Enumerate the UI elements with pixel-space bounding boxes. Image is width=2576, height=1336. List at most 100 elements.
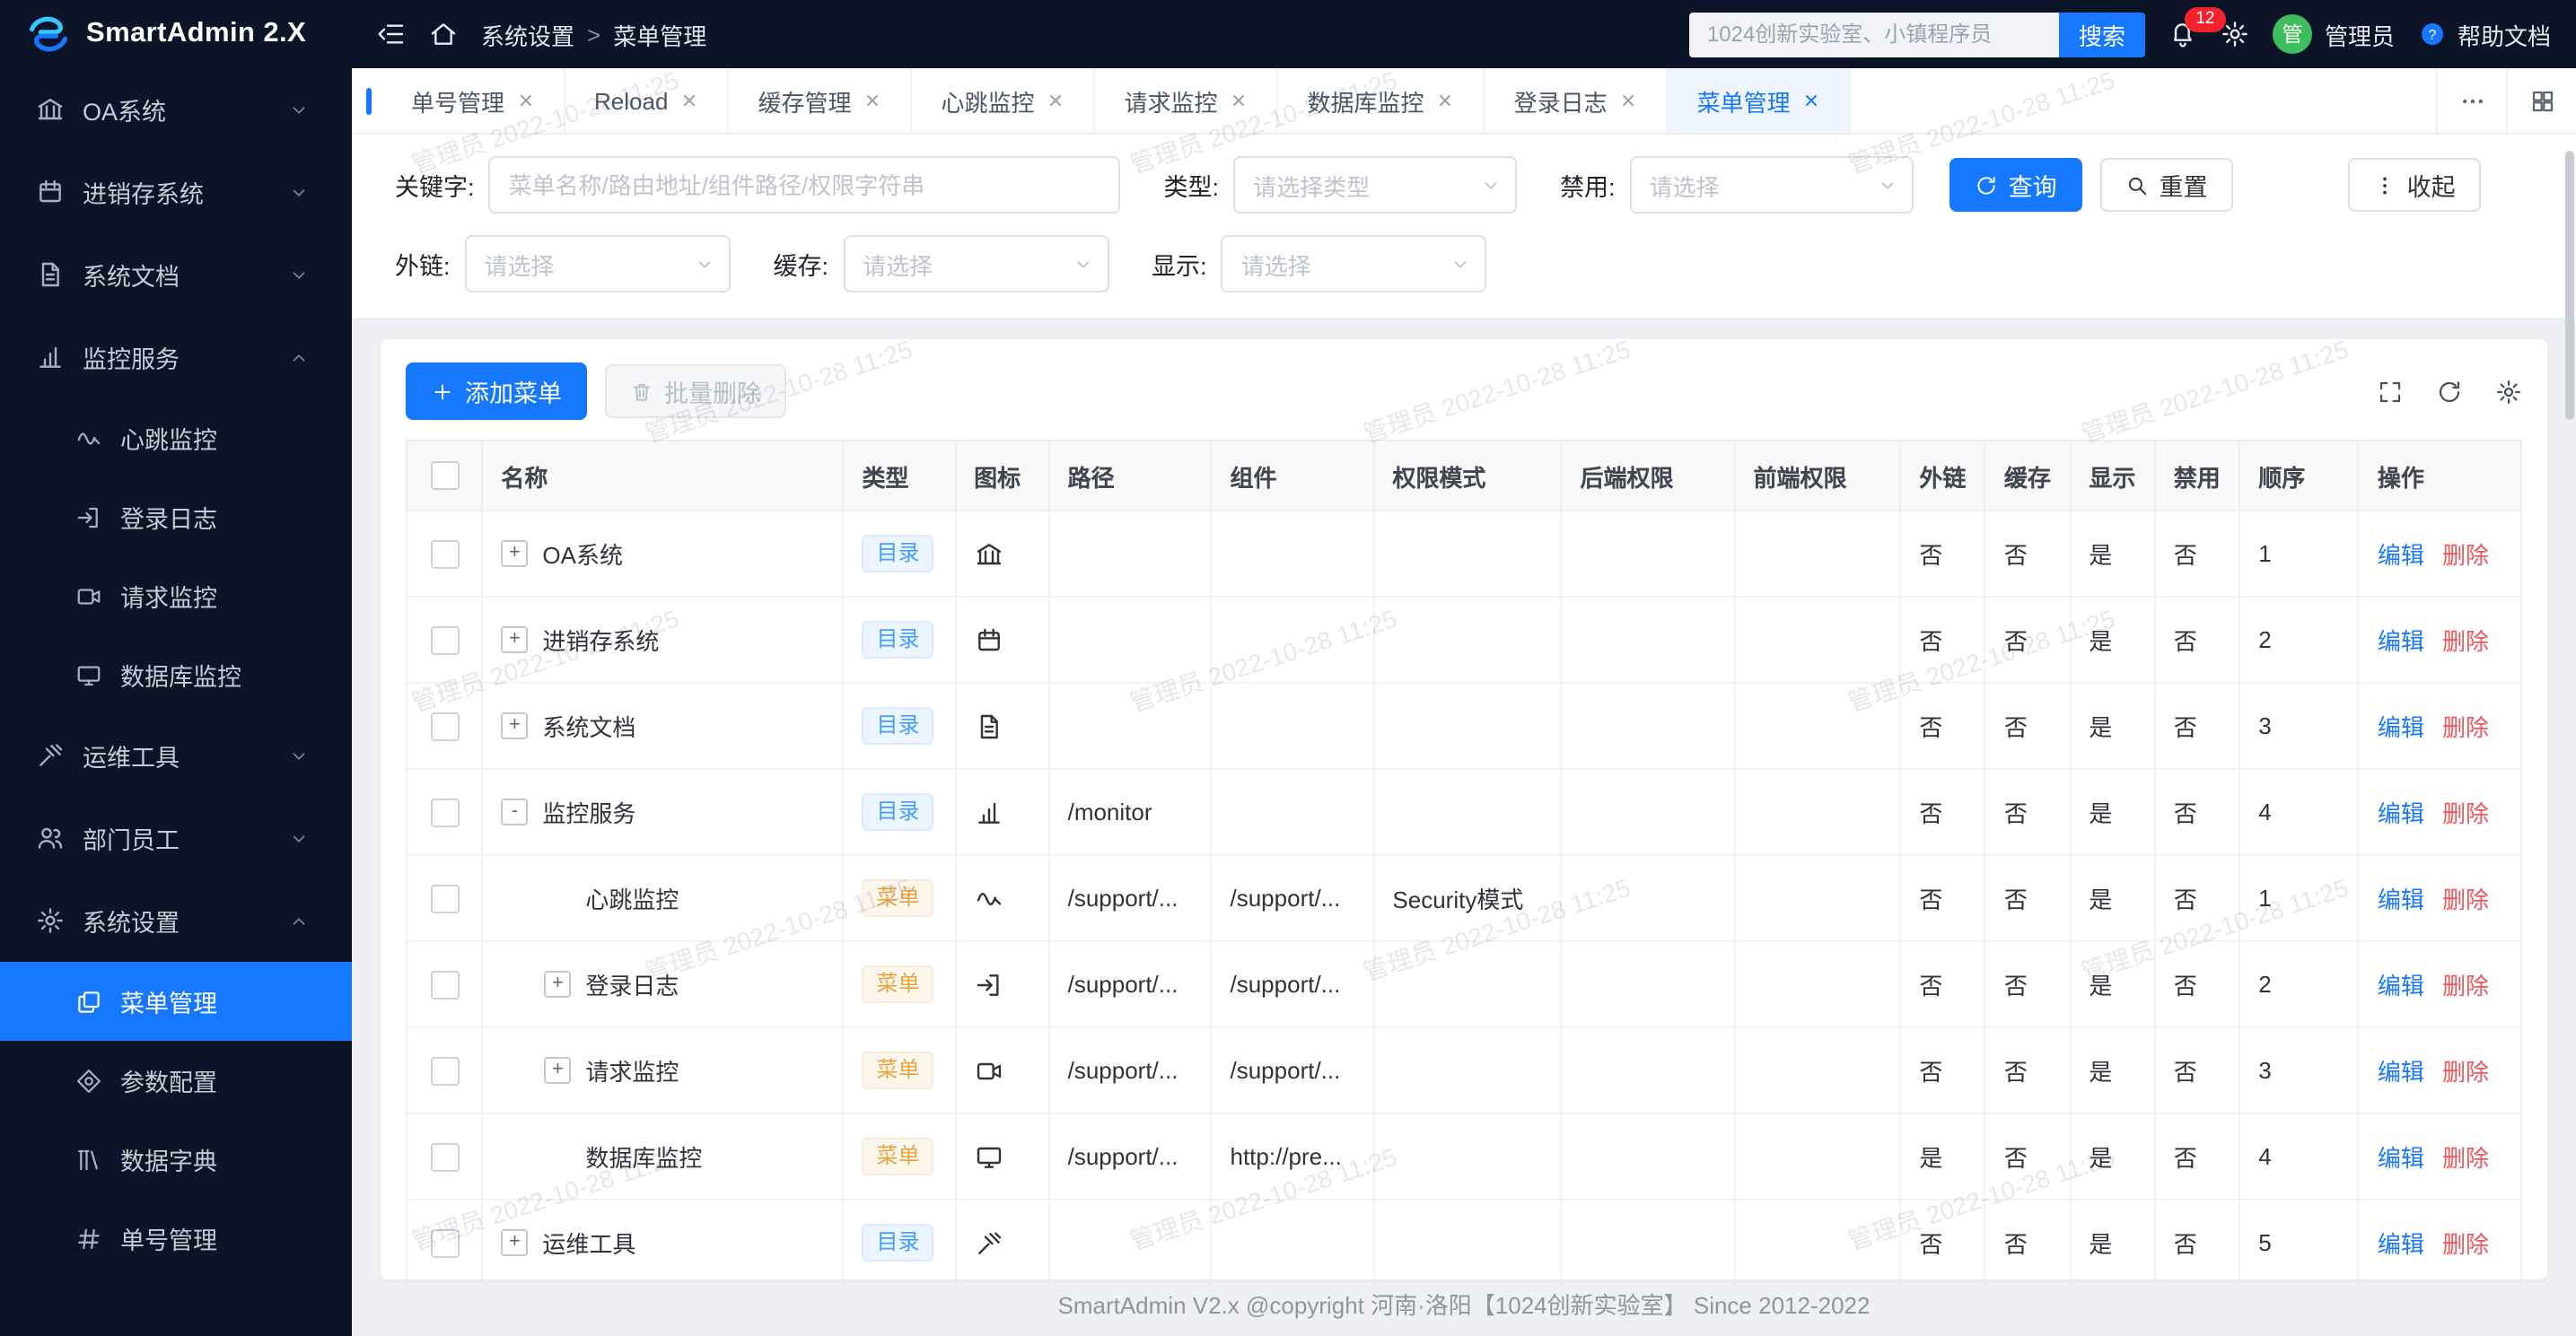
delete-link[interactable]: 删除 bbox=[2442, 886, 2489, 913]
expand-toggle[interactable]: + bbox=[501, 712, 528, 739]
sidebar-item-system-settings[interactable]: 系统设置 bbox=[0, 879, 352, 962]
breadcrumb-item-menu-manage[interactable]: 菜单管理 bbox=[613, 17, 706, 51]
edit-link[interactable]: 编辑 bbox=[2378, 542, 2424, 569]
batch-delete-button[interactable]: 批量删除 bbox=[605, 364, 786, 418]
sidebar-item-dept-staff[interactable]: 部门员工 bbox=[0, 797, 352, 879]
menu-name: 心跳监控 bbox=[585, 881, 679, 915]
delete-link[interactable]: 删除 bbox=[2442, 1231, 2489, 1258]
x-icon[interactable] bbox=[1437, 92, 1455, 109]
collapse-toggle[interactable]: - bbox=[501, 799, 528, 825]
tab-heartbeat-monitor[interactable]: 心跳监控 bbox=[912, 68, 1095, 133]
sidebar-item-serial-manage[interactable]: 单号管理 bbox=[0, 1199, 352, 1278]
expand-toggle[interactable]: + bbox=[544, 971, 571, 998]
x-icon[interactable] bbox=[1231, 92, 1249, 109]
expand-toggle[interactable]: + bbox=[501, 540, 528, 567]
x-icon[interactable] bbox=[1803, 92, 1821, 109]
type-select[interactable]: 请选择类型 bbox=[1233, 156, 1517, 214]
sidebar-item-request-monitor[interactable]: 请求监控 bbox=[0, 556, 352, 635]
edit-link[interactable]: 编辑 bbox=[2378, 628, 2424, 655]
breadcrumb-item-settings[interactable]: 系统设置 bbox=[481, 17, 574, 51]
expand-toggle[interactable]: + bbox=[544, 1057, 571, 1084]
disabled-select[interactable]: 请选择 bbox=[1630, 156, 1914, 214]
table-settings-icon[interactable] bbox=[2495, 378, 2522, 405]
sidebar-item-monitor[interactable]: 监控服务 bbox=[0, 316, 352, 398]
delete-link[interactable]: 删除 bbox=[2442, 800, 2489, 827]
query-button[interactable]: 查询 bbox=[1950, 158, 2082, 212]
row-checkbox[interactable] bbox=[430, 971, 459, 1000]
sidebar-item-docs[interactable]: 系统文档 bbox=[0, 233, 352, 316]
tab-cache-manage[interactable]: 缓存管理 bbox=[729, 68, 912, 133]
visible-cell: 是 bbox=[2070, 1200, 2154, 1279]
expand-toggle[interactable]: + bbox=[501, 626, 528, 653]
tab-menu-manage[interactable]: 菜单管理 bbox=[1669, 68, 1852, 133]
user-menu[interactable]: 管 管理员 bbox=[2273, 14, 2395, 54]
x-icon[interactable] bbox=[1047, 92, 1065, 109]
cache-select[interactable]: 请选择 bbox=[843, 235, 1108, 293]
delete-link[interactable]: 删除 bbox=[2442, 628, 2489, 655]
edit-link[interactable]: 编辑 bbox=[2378, 800, 2424, 827]
edit-link[interactable]: 编辑 bbox=[2378, 886, 2424, 913]
tab-request-monitor[interactable]: 请求监控 bbox=[1096, 68, 1279, 133]
expand-toggle[interactable]: + bbox=[501, 1229, 528, 1256]
edit-link[interactable]: 编辑 bbox=[2378, 714, 2424, 741]
x-icon[interactable] bbox=[1620, 92, 1638, 109]
edit-link[interactable]: 编辑 bbox=[2378, 973, 2424, 1000]
sidebar-item-param-config[interactable]: 参数配置 bbox=[0, 1041, 352, 1120]
row-checkbox[interactable] bbox=[430, 1143, 459, 1172]
sidebar-item-data-dict[interactable]: 数据字典 bbox=[0, 1120, 352, 1199]
column-header: 操作 bbox=[2359, 441, 2521, 511]
edit-link[interactable]: 编辑 bbox=[2378, 1059, 2424, 1086]
page-scrollbar-thumb[interactable] bbox=[2565, 151, 2574, 420]
edit-link[interactable]: 编辑 bbox=[2378, 1145, 2424, 1172]
reset-button[interactable]: 重置 bbox=[2100, 158, 2233, 212]
home-icon[interactable] bbox=[429, 20, 458, 48]
tabs-layout-button[interactable] bbox=[2506, 68, 2576, 133]
tab-db-monitor[interactable]: 数据库监控 bbox=[1279, 68, 1485, 133]
fullscreen-icon[interactable] bbox=[2377, 378, 2404, 405]
sidebar-item-login-log[interactable]: 登录日志 bbox=[0, 477, 352, 556]
tabs-more-button[interactable] bbox=[2436, 68, 2506, 133]
sidebar-item-ops-tools[interactable]: 运维工具 bbox=[0, 714, 352, 797]
delete-link[interactable]: 删除 bbox=[2442, 542, 2489, 569]
chevron-down-icon bbox=[1878, 175, 1897, 195]
row-checkbox[interactable] bbox=[430, 712, 459, 741]
row-checkbox[interactable] bbox=[430, 540, 459, 569]
sidebar-item-inventory[interactable]: 进销存系统 bbox=[0, 151, 352, 233]
sidebar-item-heartbeat[interactable]: 心跳监控 bbox=[0, 398, 352, 477]
global-search-button[interactable]: 搜索 bbox=[2059, 12, 2145, 57]
row-checkbox[interactable] bbox=[430, 885, 459, 913]
collapse-menu-icon[interactable] bbox=[377, 20, 406, 48]
row-checkbox[interactable] bbox=[430, 799, 459, 827]
sidebar-item-oa[interactable]: OA系统 bbox=[0, 68, 352, 151]
table-refresh-icon[interactable] bbox=[2436, 378, 2463, 405]
edit-link[interactable]: 编辑 bbox=[2378, 1231, 2424, 1258]
x-icon[interactable] bbox=[680, 92, 698, 109]
content-area: 单号管理Reload缓存管理心跳监控请求监控数据库监控登录日志菜单管理 关键字:… bbox=[352, 68, 2576, 1336]
add-menu-button[interactable]: 添加菜单 bbox=[406, 362, 587, 420]
notification-button[interactable]: 12 bbox=[2169, 20, 2197, 48]
external-select[interactable]: 请选择 bbox=[465, 235, 731, 293]
x-icon[interactable] bbox=[517, 92, 535, 109]
global-search-input[interactable] bbox=[1689, 12, 2059, 57]
display-select[interactable]: 请选择 bbox=[1222, 235, 1487, 293]
keyword-input[interactable] bbox=[489, 156, 1121, 214]
delete-link[interactable]: 删除 bbox=[2442, 973, 2489, 1000]
sidebar-item-menu-manage[interactable]: 菜单管理 bbox=[0, 962, 352, 1041]
tab-serial-manage[interactable]: 单号管理 bbox=[382, 68, 565, 133]
row-checkbox[interactable] bbox=[430, 1057, 459, 1086]
app-logo[interactable]: SmartAdmin 2.X bbox=[0, 0, 352, 68]
cd-icon bbox=[289, 828, 309, 848]
delete-link[interactable]: 删除 bbox=[2442, 1145, 2489, 1172]
tab-reload[interactable]: Reload bbox=[565, 68, 729, 133]
perm-mode-cell bbox=[1373, 511, 1561, 597]
collapse-filters-button[interactable]: 收起 bbox=[2348, 158, 2481, 212]
delete-link[interactable]: 删除 bbox=[2442, 1059, 2489, 1086]
select-all-checkbox[interactable] bbox=[430, 462, 459, 491]
row-checkbox[interactable] bbox=[430, 626, 459, 655]
x-icon[interactable] bbox=[863, 92, 881, 109]
help-link[interactable]: 帮助文档 bbox=[2418, 17, 2551, 51]
row-checkbox[interactable] bbox=[430, 1229, 459, 1258]
delete-link[interactable]: 删除 bbox=[2442, 714, 2489, 741]
tab-login-log[interactable]: 登录日志 bbox=[1485, 68, 1669, 133]
sidebar-item-db-monitor[interactable]: 数据库监控 bbox=[0, 635, 352, 714]
